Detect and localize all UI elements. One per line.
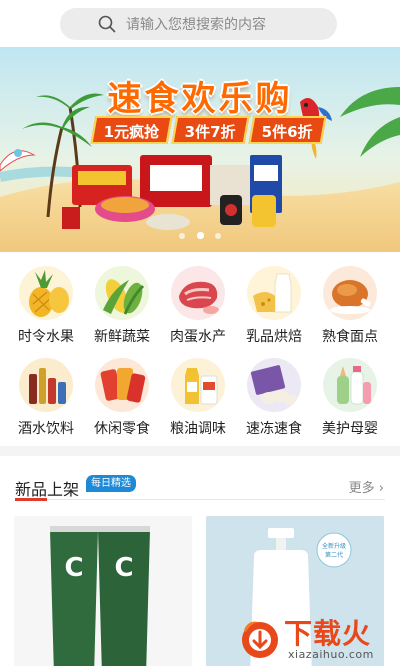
category-fruit[interactable]: 时令水果 <box>8 252 84 345</box>
category-label: 肉蛋水产 <box>170 329 226 345</box>
category-vegetables[interactable]: 新鲜蔬菜 <box>84 252 160 345</box>
category-dairy[interactable]: 乳品烘焙 <box>236 252 312 345</box>
category-label: 美护母婴 <box>322 421 378 437</box>
watermark-url: xiazaihuo.com <box>288 648 374 661</box>
product-image: C C <box>14 516 192 666</box>
roast-chicken-icon <box>323 266 377 320</box>
category-beauty-baby[interactable]: 美护母婴 <box>312 344 388 437</box>
pineapple-icon <box>19 266 73 320</box>
category-label: 时令水果 <box>18 329 74 345</box>
section-title: 新品上架 <box>15 480 80 499</box>
product-card[interactable]: C C <box>14 516 192 666</box>
promo-tag: 5件6折 <box>248 116 327 144</box>
category-deli[interactable]: 熟食面点 <box>312 252 388 345</box>
promo-tag: 1元疯抢 <box>90 116 173 144</box>
watermark-text: 下载火 <box>284 617 372 650</box>
category-label: 新鲜蔬菜 <box>94 329 150 345</box>
corn-icon <box>95 266 149 320</box>
product-brand-letter: C <box>64 553 83 583</box>
carousel-dot[interactable] <box>214 233 221 239</box>
carousel-indicator <box>0 224 400 243</box>
carousel-dot[interactable] <box>179 233 186 239</box>
frozen-food-icon <box>247 358 301 412</box>
category-snacks[interactable]: 休闲零食 <box>84 344 160 437</box>
baby-bottle-icon <box>323 358 377 412</box>
daily-picks-badge: 每日精选 <box>86 475 136 492</box>
drinks-icon <box>19 358 73 412</box>
category-label: 熟食面点 <box>322 329 378 345</box>
svg-text:全新升级: 全新升级 <box>322 542 346 550</box>
category-label: 速冻速食 <box>246 421 302 437</box>
section-divider <box>0 446 400 456</box>
promo-tag: 3件7折 <box>171 116 250 144</box>
banner-title: 速食欢乐购 <box>107 79 293 119</box>
top-bar: 请输入您想搜索的内容 <box>0 0 400 47</box>
carousel-dot-active[interactable] <box>196 232 204 239</box>
promo-banner[interactable]: 速食欢乐购 1元疯抢 3件7折 5件6折 <box>0 47 400 252</box>
category-grain-oil[interactable]: 粮油调味 <box>160 344 236 437</box>
search-input[interactable]: 请输入您想搜索的内容 <box>60 8 337 40</box>
category-grid: 时令水果 新鲜蔬菜 肉蛋水产 乳品烘焙 熟食面点 酒水饮料 休闲零食 粮油调味 … <box>0 252 400 442</box>
new-arrivals-header: 新品上架 每日精选 更多 › <box>0 456 400 504</box>
more-link[interactable]: 更多 › <box>349 477 384 496</box>
category-label: 粮油调味 <box>170 421 226 437</box>
category-label: 休闲零食 <box>94 421 150 437</box>
category-frozen[interactable]: 速冻速食 <box>236 344 312 437</box>
meat-icon <box>171 266 225 320</box>
section-underline <box>15 498 385 501</box>
category-drinks[interactable]: 酒水饮料 <box>8 344 84 437</box>
category-meat[interactable]: 肉蛋水产 <box>160 252 236 345</box>
svg-text:第二代: 第二代 <box>325 551 343 559</box>
flame-logo-icon <box>242 621 278 658</box>
banner-promo-strip: 1元疯抢 3件7折 5件6折 <box>90 115 328 145</box>
snacks-icon <box>95 358 149 412</box>
watermark: 下载火 xiazaihuo.com <box>238 612 400 666</box>
milk-icon <box>247 266 301 320</box>
search-placeholder: 请输入您想搜索的内容 <box>126 17 266 33</box>
oil-icon <box>171 358 225 412</box>
section-underline-highlight <box>15 498 47 501</box>
category-label: 酒水饮料 <box>18 421 74 437</box>
product-brand-letter: C <box>114 553 133 583</box>
category-label: 乳品烘焙 <box>246 329 302 345</box>
search-icon <box>98 15 116 33</box>
